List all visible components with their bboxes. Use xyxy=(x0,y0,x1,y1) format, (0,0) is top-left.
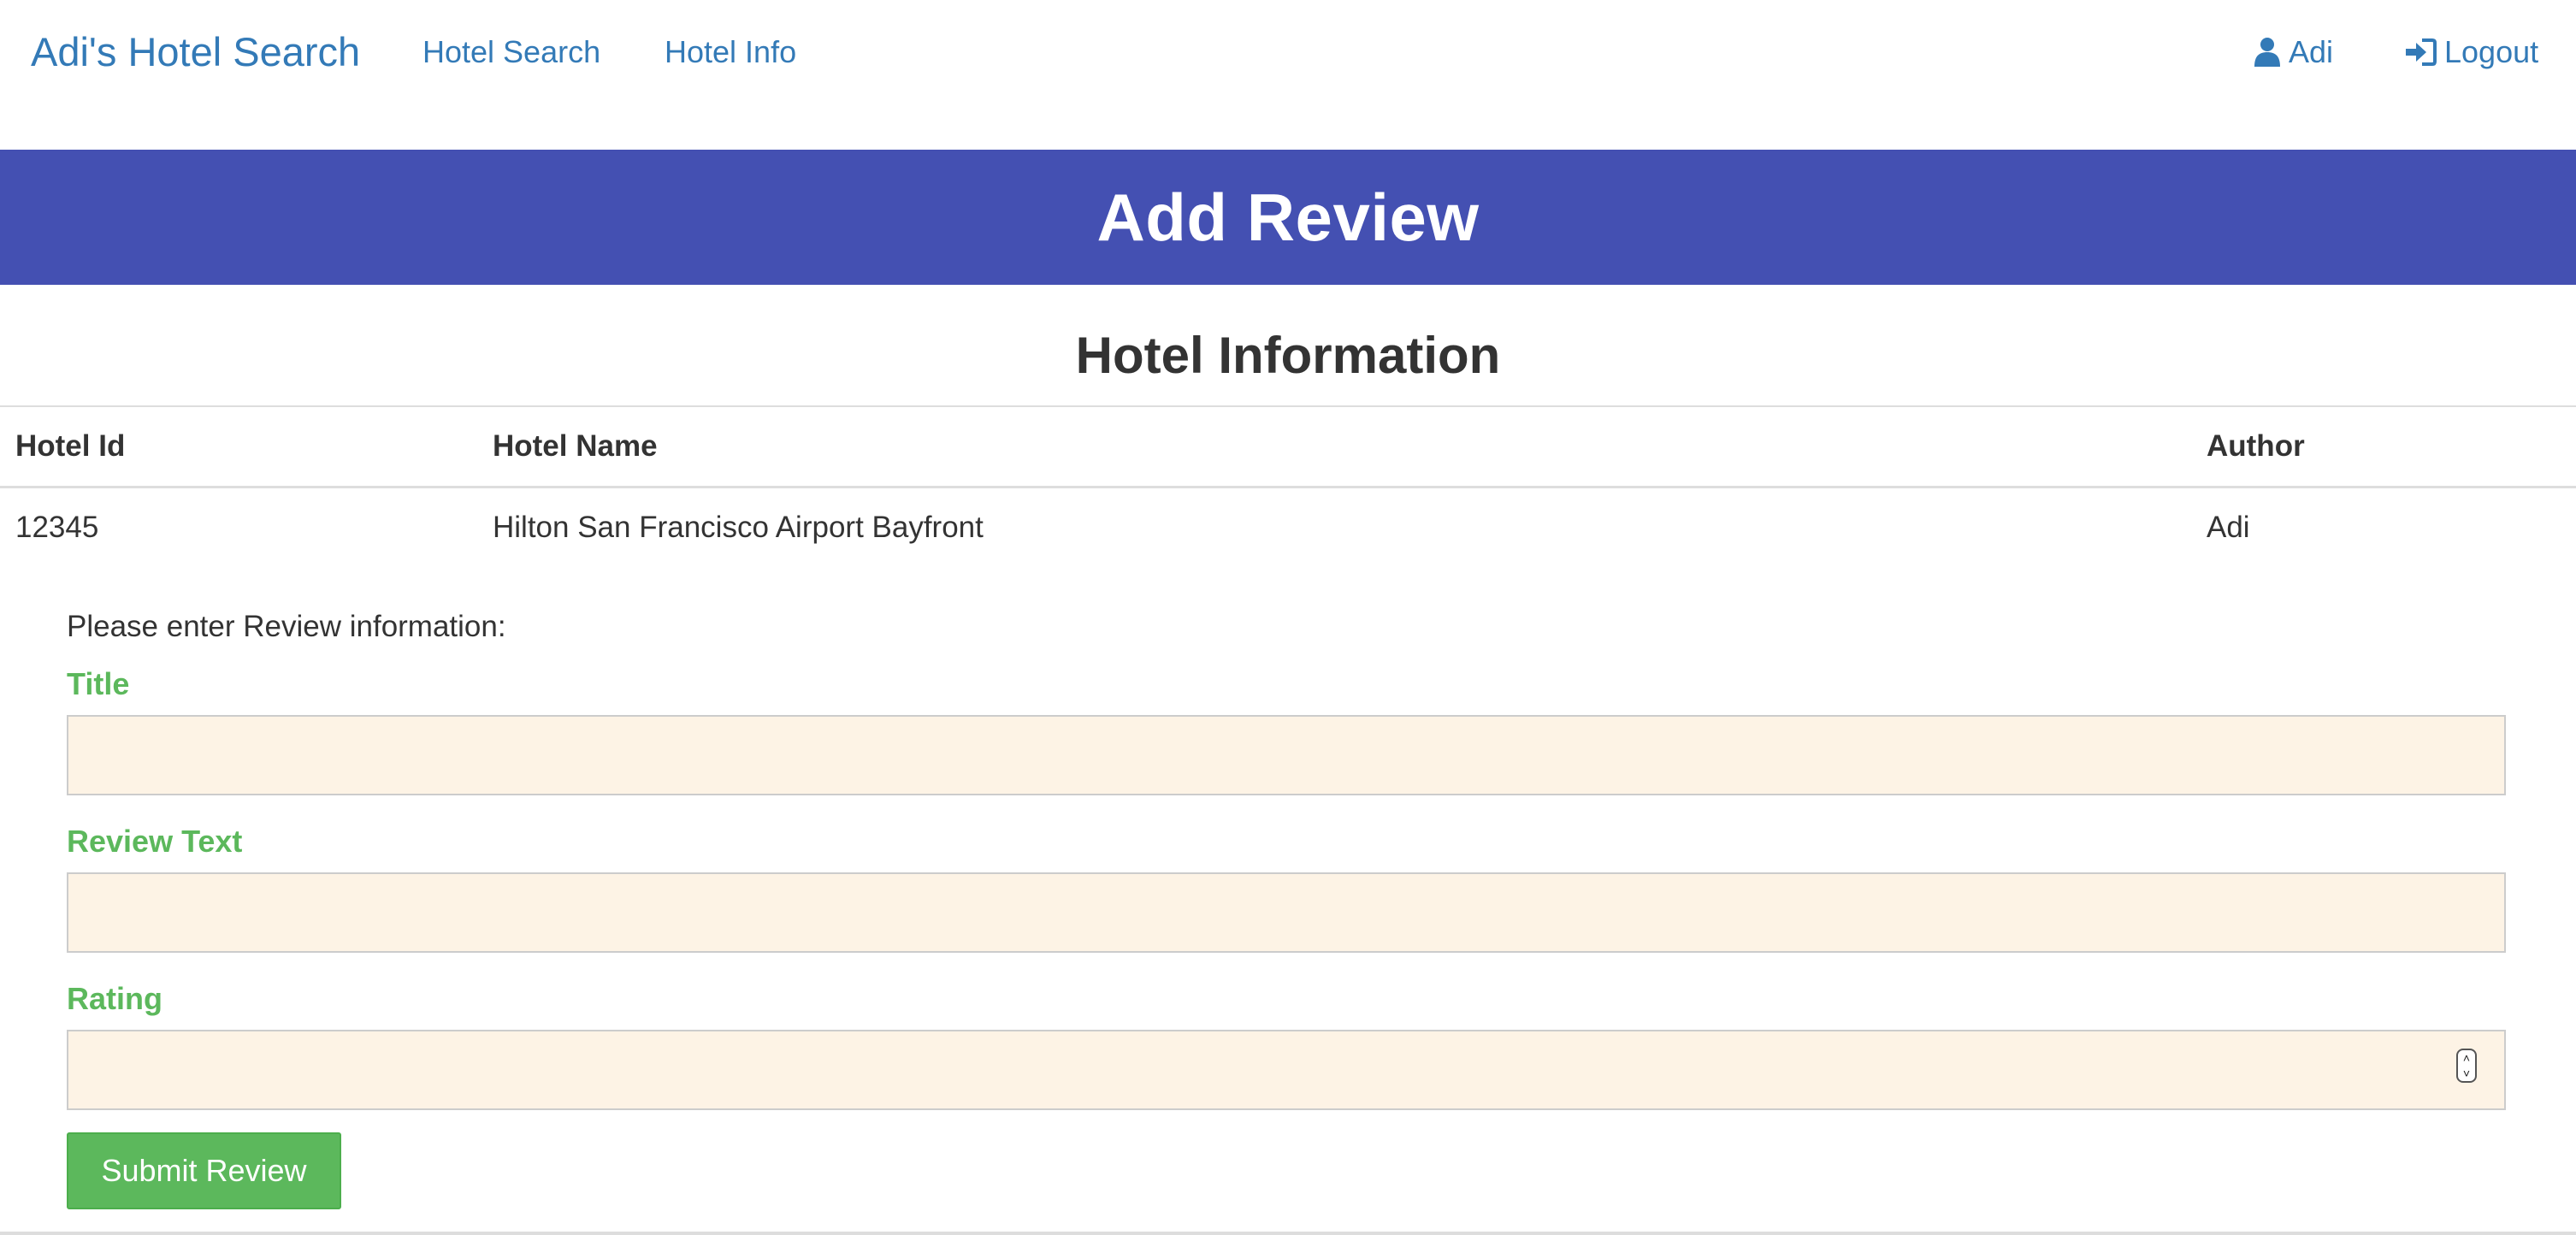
table-row: 12345 Hilton San Francisco Airport Bayfr… xyxy=(0,488,2576,568)
spinner-arrows-icon[interactable]: ˄ ˅ xyxy=(2456,1049,2477,1083)
brand-link[interactable]: Adi's Hotel Search xyxy=(31,24,360,80)
column-header: Author xyxy=(2191,405,2576,488)
section-title: Hotel Information xyxy=(1075,327,1501,384)
nav-user-link[interactable]: Adi xyxy=(2253,26,2333,79)
column-header: Hotel Id xyxy=(0,405,477,488)
title-label: Title xyxy=(67,666,130,701)
table-cell: 12345 xyxy=(15,511,99,544)
table-cell: Hilton San Francisco Airport Bayfront xyxy=(493,511,984,544)
column-header: Hotel Name xyxy=(477,405,2191,488)
title-input[interactable] xyxy=(67,715,2506,795)
page-banner: Add Review xyxy=(0,150,2576,285)
nav-logout-link[interactable]: Logout xyxy=(2403,26,2538,79)
hotel-info-table: Hotel Id Hotel Name Author 12345 Hilton … xyxy=(0,405,2576,567)
top-navbar: Adi's Hotel Search Hotel Search Hotel In… xyxy=(0,0,2576,104)
rating-field: ˄ ˅ xyxy=(67,1030,2506,1110)
table-cell: Adi xyxy=(2207,511,2250,544)
nav-logout-label: Logout xyxy=(2444,34,2539,69)
review-form: Please enter Review information: Title R… xyxy=(67,599,2506,1209)
spinner-down-icon[interactable]: ˅ xyxy=(2463,1067,2470,1079)
review-text-input[interactable] xyxy=(67,872,2506,953)
rating-input[interactable] xyxy=(67,1030,2506,1110)
submit-review-button[interactable]: Submit Review xyxy=(67,1132,341,1209)
spinner-up-icon[interactable]: ˄ xyxy=(2463,1052,2470,1064)
nav-link-hotel-search[interactable]: Hotel Search xyxy=(422,26,600,79)
logout-icon xyxy=(2406,38,2437,66)
rating-label: Rating xyxy=(67,981,162,1016)
page-title: Add Review xyxy=(1096,179,1480,255)
nav-user-label: Adi xyxy=(2289,34,2334,69)
bottom-divider xyxy=(0,1232,2576,1235)
form-intro: Please enter Review information: xyxy=(67,610,506,643)
nav-link-hotel-info[interactable]: Hotel Info xyxy=(665,26,796,79)
table-header-row: Hotel Id Hotel Name Author xyxy=(0,405,2576,488)
review-text-label: Review Text xyxy=(67,824,243,859)
user-icon xyxy=(2254,38,2280,67)
